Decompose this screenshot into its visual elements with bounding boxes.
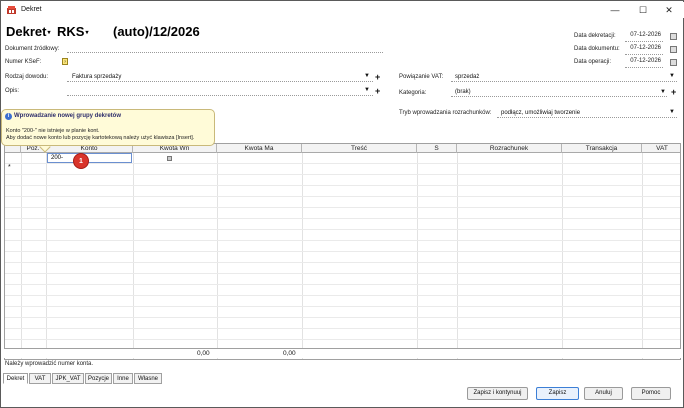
- booking-date-input[interactable]: 07-12-2026: [625, 32, 663, 42]
- tab-dekret[interactable]: Dekret: [3, 373, 28, 384]
- add-category-icon[interactable]: +: [671, 88, 676, 97]
- grid-row-line: [5, 229, 680, 230]
- grid-row-line: [5, 174, 680, 175]
- grid-row-line: [5, 240, 680, 241]
- help-button[interactable]: Pomoc: [631, 387, 671, 400]
- op-date-label: Data operacji:: [574, 59, 612, 65]
- col-kwota-ma[interactable]: Kwota Ma: [217, 144, 302, 153]
- chevron-down-icon: ▾: [85, 30, 89, 37]
- grid-row-line: [5, 262, 680, 263]
- grid-row-line: [5, 207, 680, 208]
- category-value[interactable]: (brak): [455, 89, 471, 95]
- chevron-down-icon[interactable]: ▼: [669, 73, 675, 79]
- save-continue-button[interactable]: Zapisz i kontynuuj: [467, 387, 528, 400]
- chevron-down-icon[interactable]: ▼: [364, 87, 370, 93]
- add-proof-type-icon[interactable]: +: [375, 73, 380, 82]
- doc-date-input[interactable]: 07-12-2026: [625, 45, 663, 55]
- category-label: Kategoria:: [399, 90, 427, 96]
- grid-row-line: [5, 295, 680, 296]
- doc-source-input[interactable]: [67, 52, 383, 53]
- maximize-button[interactable]: ☐: [632, 3, 654, 17]
- vat-link-label: Powiązanie VAT:: [399, 74, 444, 80]
- step-marker: 1: [73, 153, 89, 169]
- vat-link-select[interactable]: [451, 81, 677, 82]
- doc-type-menu[interactable]: Dekret▾: [6, 24, 50, 39]
- grid-row-line: [5, 284, 680, 285]
- konto-edit-value: 200-: [51, 155, 64, 161]
- desc-input[interactable]: [67, 95, 373, 96]
- vat-link-value[interactable]: sprzedaż: [455, 74, 479, 80]
- grid-row-line: [5, 163, 680, 164]
- tooltip-line-1: Konto "200-" nie istnieje w planie kont.: [6, 128, 100, 134]
- category-select[interactable]: [451, 96, 667, 97]
- register-menu[interactable]: RKS▾: [57, 24, 88, 39]
- proof-type-value[interactable]: Faktura sprzedaży: [72, 74, 121, 80]
- doc-source-label: Dokument źródłowy:: [5, 46, 60, 52]
- save-button[interactable]: Zapisz: [536, 387, 579, 400]
- title-bar: Dekret — ☐ ✕: [2, 2, 684, 18]
- lookup-icon[interactable]: [167, 156, 172, 161]
- grid-row-line: [5, 273, 680, 274]
- chevron-down-icon: ▾: [47, 30, 51, 37]
- col-vat[interactable]: VAT: [642, 144, 680, 153]
- booking-date-label: Data dekretacji:: [574, 33, 616, 39]
- close-button[interactable]: ✕: [658, 3, 680, 17]
- grid-row-line: [5, 185, 680, 186]
- col-rozrachunek[interactable]: Rozrachunek: [457, 144, 562, 153]
- settlement-mode-select[interactable]: [497, 117, 677, 118]
- tab-wlasne[interactable]: Własne: [134, 373, 162, 384]
- register-label: RKS: [57, 24, 85, 39]
- col-transakcja[interactable]: Transakcja: [562, 144, 642, 153]
- settlement-mode-label: Tryb wprowadzania rozrachunków:: [399, 110, 492, 116]
- grid-row-line: [5, 306, 680, 307]
- col-tresc[interactable]: Treść: [302, 144, 417, 153]
- sum-ma: 0,00: [283, 350, 296, 357]
- calendar-icon[interactable]: [670, 59, 677, 66]
- dekret-window: Dekret — ☐ ✕ Dekret▾ RKS▾ (auto)/12/2026…: [0, 0, 684, 408]
- new-row-marker: *: [8, 164, 11, 171]
- grid-row-line: [5, 328, 680, 329]
- grid-row-line: [5, 196, 680, 197]
- proof-type-label: Rodzaj dowodu:: [5, 74, 49, 80]
- info-icon: i: [5, 113, 12, 120]
- sum-wn: 0,00: [197, 350, 210, 357]
- calendar-icon[interactable]: [670, 33, 677, 40]
- tab-inne[interactable]: Inne: [113, 373, 133, 384]
- app-icon: [7, 6, 16, 14]
- tooltip-line-2: Aby dodać nowe konto lub pozycję kartote…: [6, 135, 195, 141]
- op-date-input[interactable]: 07-12-2026: [625, 58, 663, 68]
- col-s[interactable]: S: [417, 144, 457, 153]
- chevron-down-icon[interactable]: ▼: [364, 73, 370, 79]
- window-title: Dekret: [21, 6, 42, 13]
- grid-row-line: [5, 339, 680, 340]
- tab-pozycje[interactable]: Pozycje: [85, 373, 112, 384]
- status-message: Należy wprowadzić numer konta.: [5, 361, 94, 367]
- validation-tooltip: i Wprowadzanie nowej grupy dekretów Kont…: [1, 109, 215, 146]
- cancel-button[interactable]: Anuluj: [584, 387, 623, 400]
- tab-vat[interactable]: VAT: [29, 373, 51, 384]
- sum-row: 0,00 0,00: [4, 348, 681, 358]
- calendar-icon[interactable]: [670, 46, 677, 53]
- tab-jpk-vat[interactable]: JPK_VAT: [52, 373, 84, 384]
- desc-label: Opis:: [5, 88, 20, 94]
- entries-grid[interactable]: Poz. Konto Kwota Wn Kwota Ma Treść S Roz…: [4, 143, 681, 360]
- ksef-label: Numer KSeF:: [5, 59, 42, 65]
- konto-edit-input[interactable]: 200-: [47, 153, 172, 163]
- chevron-down-icon[interactable]: ▼: [669, 109, 675, 115]
- grid-row-line: [5, 218, 680, 219]
- ksef-icon[interactable]: ?: [62, 58, 68, 65]
- add-desc-icon[interactable]: +: [375, 87, 380, 96]
- minimize-button[interactable]: —: [604, 3, 626, 17]
- grid-row-line: [5, 251, 680, 252]
- settlement-mode-value[interactable]: podłącz, umożliwiaj tworzenie: [501, 110, 580, 116]
- doc-date-label: Data dokumentu:: [574, 46, 620, 52]
- tooltip-title: Wprowadzanie nowej grupy dekretów: [14, 113, 122, 119]
- chevron-down-icon[interactable]: ▼: [660, 89, 666, 95]
- document-number: (auto)/12/2026: [113, 24, 200, 39]
- grid-row-line: [5, 317, 680, 318]
- doc-type-label: Dekret: [6, 24, 47, 39]
- proof-type-select[interactable]: [67, 81, 373, 82]
